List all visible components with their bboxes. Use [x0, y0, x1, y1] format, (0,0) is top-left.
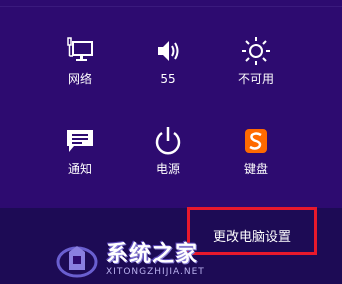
notifications-icon — [67, 130, 93, 152]
watermark-url: XITONGZHIJIA.NET — [106, 267, 205, 277]
watermark-logo-icon — [56, 246, 98, 278]
divider — [0, 6, 342, 7]
power-tile[interactable]: 电源 — [128, 126, 208, 196]
volume-tile[interactable]: 55 — [128, 36, 208, 106]
keyboard-tile[interactable]: 键盘 — [216, 126, 296, 196]
power-label: 电源 — [155, 162, 180, 176]
power-icon — [155, 127, 181, 155]
brightness-icon — [242, 37, 270, 65]
brightness-label: 不可用 — [237, 72, 274, 86]
network-tile[interactable]: 网络 — [40, 36, 120, 106]
volume-icon — [158, 41, 179, 61]
keyboard-label: 键盘 — [243, 162, 268, 176]
watermark-text: 系统之家 — [106, 242, 199, 267]
notifications-label: 通知 — [67, 162, 92, 176]
brightness-tile[interactable]: 不可用 — [216, 36, 296, 106]
network-icon — [67, 37, 93, 61]
network-label: 网络 — [67, 72, 92, 86]
watermark: 系统之家 XITONGZHIJIA.NET — [56, 236, 336, 284]
volume-level-label: 55 — [160, 72, 176, 86]
notifications-tile[interactable]: 通知 — [40, 126, 120, 196]
settings-charm: 网络 55 不可用 通知 电源 键盘 更改电脑设置 系统之家 XITONGZHI… — [0, 0, 342, 284]
keyboard-ime-icon — [245, 129, 267, 153]
